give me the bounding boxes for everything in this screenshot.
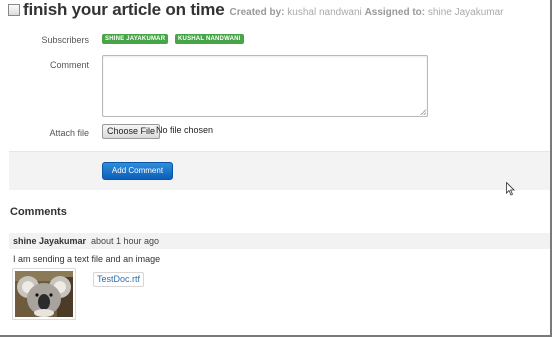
created-by-label: Created by: bbox=[229, 7, 285, 18]
image-attachment-thumbnail[interactable] bbox=[12, 268, 76, 320]
task-title: finish your article on time bbox=[23, 0, 225, 19]
comment-textarea[interactable] bbox=[102, 55, 428, 117]
task-meta: Created by: kushal nandwani Assigned to:… bbox=[229, 7, 503, 18]
comment-author: shine Jayakumar bbox=[13, 236, 87, 246]
subscribers-label: Subscribers bbox=[41, 35, 89, 45]
no-file-text: No file chosen bbox=[156, 125, 214, 135]
resize-grip-icon[interactable] bbox=[420, 109, 426, 115]
comments-heading: Comments bbox=[10, 206, 67, 218]
attach-file-label: Attach file bbox=[49, 128, 89, 138]
created-by-value: kushal nandwani bbox=[287, 7, 362, 18]
subscriber-tag[interactable]: SHINE JAYAKUMAR bbox=[102, 34, 169, 44]
koala-image bbox=[15, 271, 73, 317]
assigned-to-label: Assigned to: bbox=[364, 7, 426, 18]
subscriber-tag[interactable]: KUSHAL NANDWANI bbox=[175, 34, 244, 44]
add-comment-button[interactable]: Add Comment bbox=[102, 162, 173, 180]
form-actions-bar bbox=[9, 151, 550, 190]
choose-file-button[interactable]: Choose File bbox=[102, 124, 161, 139]
attachment-file-link[interactable]: TestDoc.rtf bbox=[93, 272, 145, 287]
task-header: finish your article on time Created by: … bbox=[8, 0, 504, 20]
comment-timestamp: about 1 hour ago bbox=[91, 236, 160, 246]
assigned-to-value: shine Jayakumar bbox=[427, 7, 504, 18]
comment-text: I am sending a text file and an image bbox=[13, 254, 161, 264]
task-complete-checkbox[interactable] bbox=[8, 4, 20, 16]
comment-label: Comment bbox=[49, 60, 89, 70]
mouse-cursor-icon bbox=[506, 182, 515, 196]
